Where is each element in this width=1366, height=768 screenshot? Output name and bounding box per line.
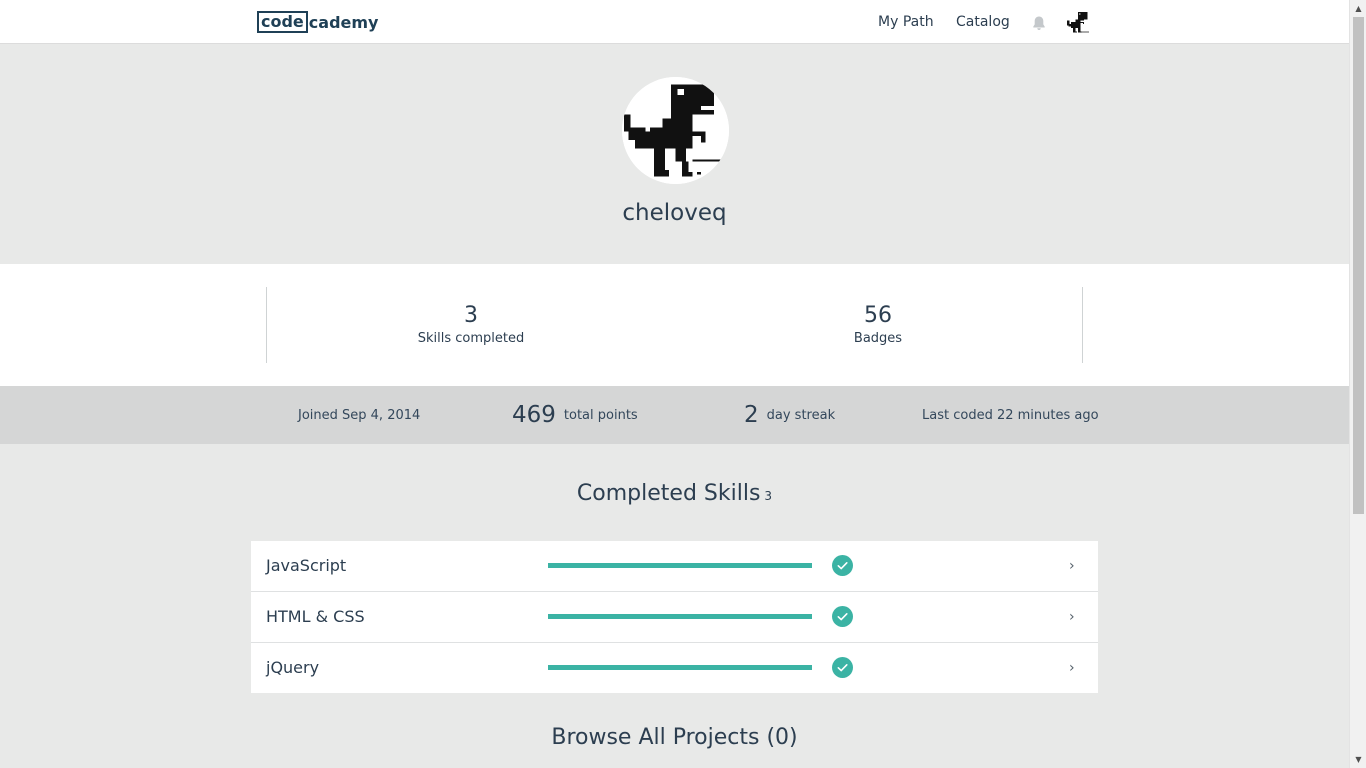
stat-label: Badges (853, 331, 903, 346)
day-streak-label: day streak (766, 407, 836, 423)
stat-badges[interactable]: 56 Badges (768, 302, 988, 348)
page: code cademy My Path Catalog cheloveq 3 S… (0, 0, 1349, 768)
day-streak-value: 2 (744, 402, 759, 428)
user-avatar-icon[interactable] (1066, 11, 1090, 35)
page-scrollbar[interactable]: ▲ ▼ (1349, 0, 1366, 768)
total-points: 469 total points (512, 386, 638, 444)
checkmark-icon (832, 657, 853, 678)
scroll-up-arrow-icon[interactable]: ▲ (1354, 4, 1363, 13)
stat-label: Skills completed (417, 331, 525, 346)
stat-skills-completed[interactable]: 3 Skills completed (361, 302, 581, 348)
dinosaur-avatar-icon (622, 77, 729, 184)
stats-divider (1082, 287, 1083, 363)
completed-skills-heading: Completed Skills 3 (0, 481, 1349, 506)
scrollbar-thumb[interactable] (1353, 17, 1364, 514)
skill-progress-bar (548, 614, 812, 619)
joined-date-text: Joined Sep 4, 2014 (298, 407, 421, 423)
skill-row-javascript[interactable]: JavaScript › (251, 541, 1098, 592)
logo-boxed-text: code (257, 11, 308, 33)
skill-progress-fill (548, 614, 812, 619)
logo-text: cademy (308, 12, 379, 32)
scroll-down-arrow-icon[interactable]: ▼ (1354, 755, 1363, 764)
stat-value: 56 (864, 303, 892, 328)
profile-info-band: Joined Sep 4, 2014 469 total points 2 da… (0, 386, 1349, 444)
skill-name: jQuery (266, 658, 320, 677)
top-nav: code cademy My Path Catalog (0, 0, 1349, 44)
day-streak: 2 day streak (744, 386, 835, 444)
nav-catalog-link[interactable]: Catalog (956, 14, 1010, 30)
chevron-right-icon[interactable]: › (1069, 541, 1075, 591)
profile-stats: 3 Skills completed 56 Badges (0, 264, 1349, 386)
profile-username: cheloveq (622, 200, 727, 226)
joined-date: Joined Sep 4, 2014 (298, 386, 420, 444)
profile-avatar (622, 77, 729, 184)
stats-divider (266, 287, 267, 363)
chevron-right-icon[interactable]: › (1069, 592, 1075, 642)
profile-header: cheloveq (0, 44, 1349, 264)
checkmark-icon (832, 606, 853, 627)
bell-icon[interactable] (1031, 15, 1047, 31)
completed-skills-title: Completed Skills (576, 481, 761, 506)
chevron-right-icon[interactable]: › (1069, 643, 1075, 693)
skill-name: HTML & CSS (266, 607, 365, 626)
browse-projects-heading: Browse All Projects (0) (551, 725, 798, 750)
checkmark-icon (832, 555, 853, 576)
skill-progress-bar (548, 665, 812, 670)
last-coded: Last coded 22 minutes ago (922, 386, 1099, 444)
total-points-label: total points (563, 407, 638, 423)
nav-my-path-link[interactable]: My Path (878, 14, 934, 30)
skill-name: JavaScript (266, 556, 347, 575)
skill-row-html-css[interactable]: HTML & CSS › (251, 592, 1098, 643)
skill-progress-fill (548, 665, 812, 670)
completed-skills-list: JavaScript › HTML & CSS › jQuery › (251, 541, 1098, 693)
completed-skills-count: 3 (764, 489, 773, 503)
skill-progress-fill (548, 563, 812, 568)
total-points-value: 469 (512, 402, 556, 428)
last-coded-text: Last coded 22 minutes ago (922, 407, 1099, 423)
codecademy-logo[interactable]: code cademy (257, 11, 378, 33)
stat-value: 3 (464, 303, 478, 328)
skill-row-jquery[interactable]: jQuery › (251, 643, 1098, 693)
skill-progress-bar (548, 563, 812, 568)
